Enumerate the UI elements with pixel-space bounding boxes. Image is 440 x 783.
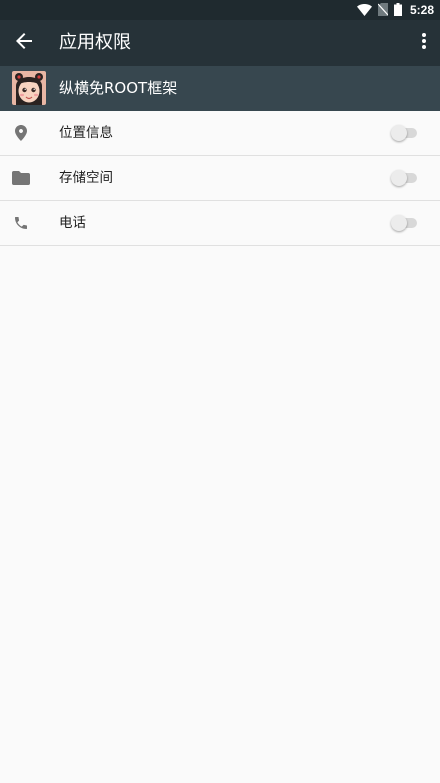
status-time: 5:28	[409, 3, 434, 17]
status-icons: 5:28	[356, 1, 434, 20]
permission-label: 位置信息	[59, 125, 113, 141]
battery-icon	[393, 1, 402, 20]
back-button[interactable]	[8, 27, 40, 59]
permission-list: 位置信息 存储空间 电话	[0, 111, 440, 246]
arrow-back-icon	[16, 33, 32, 53]
phone-icon	[10, 212, 32, 234]
permission-toggle[interactable]	[391, 215, 417, 231]
permission-label: 电话	[59, 215, 86, 231]
app-header: 纵横免ROOT框架	[0, 66, 440, 111]
overflow-menu-button[interactable]	[414, 27, 434, 59]
app-avatar	[12, 71, 46, 105]
toggle-thumb	[391, 215, 407, 231]
permission-toggle[interactable]	[391, 170, 417, 186]
page-title: 应用权限	[59, 32, 131, 53]
toggle-thumb	[391, 170, 407, 186]
no-sim-icon	[377, 1, 389, 20]
permission-row-location[interactable]: 位置信息	[0, 111, 440, 156]
toggle-thumb	[391, 125, 407, 141]
app-bar: 应用权限	[0, 20, 440, 66]
permission-toggle[interactable]	[391, 125, 417, 141]
permission-label: 存储空间	[59, 170, 113, 186]
permission-row-storage[interactable]: 存储空间	[0, 156, 440, 201]
folder-icon	[10, 167, 32, 189]
location-pin-icon	[10, 122, 32, 144]
permission-row-phone[interactable]: 电话	[0, 201, 440, 246]
wifi-icon	[356, 1, 372, 20]
app-name: 纵横免ROOT框架	[59, 79, 178, 97]
more-vert-icon	[422, 33, 426, 53]
status-bar: 5:28	[0, 0, 440, 20]
